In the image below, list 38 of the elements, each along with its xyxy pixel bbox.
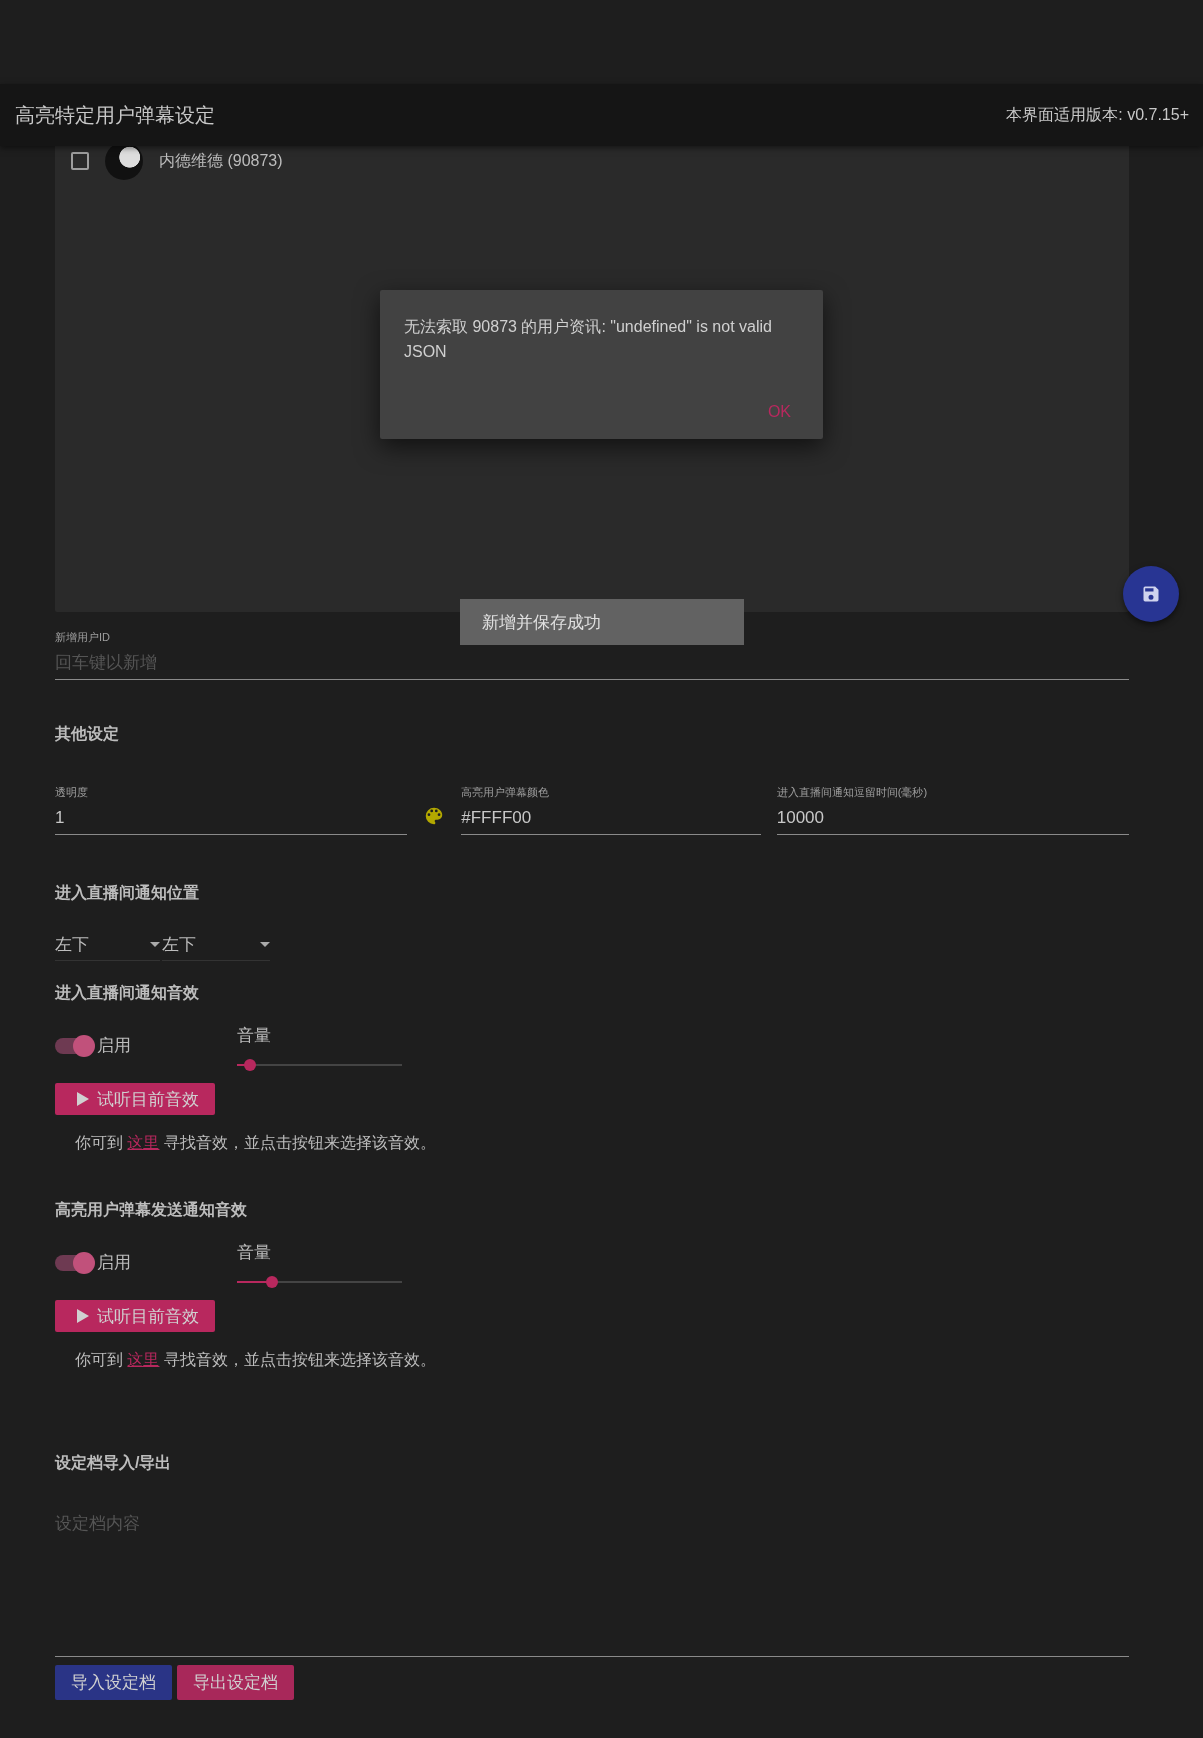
position-select[interactable]: 左下 [162,928,270,961]
switch-label: 启用 [97,1252,131,1274]
slider-thumb[interactable] [265,1276,278,1288]
save-icon [1141,584,1161,604]
field-label: 新增用户ID [55,630,111,645]
hint-text: 你可到 这里 寻找音效，並点击按钮来选择该音效。 [75,1350,437,1370]
caret-icon [260,941,270,947]
save-button[interactable] [1123,566,1179,622]
export-button[interactable]: 导出设定档 [177,1665,294,1700]
field-label: 进入直播间通知逗留时间(毫秒) [776,785,929,800]
version-label: 本界面适用版本: v0.7.15+ [1006,104,1189,125]
section-title: 进入直播间通知音效 [55,983,200,1003]
user-name[interactable]: 内德维德 (90873) [159,150,283,172]
dialog-message: 无法索取 90873 的用户资讯: "undefined" is not valid JSON [404,317,773,362]
setting-input[interactable]: 10000 [776,808,1129,828]
user-checkbox[interactable] [71,152,89,170]
snackbar: 新增并保存成功 [460,599,744,645]
preview-sound-button[interactable]: 试听目前音效 [55,1300,215,1332]
slider-thumb[interactable] [244,1059,257,1071]
app-title: 高亮特定用户弹幕设定 [15,102,215,128]
setting-input[interactable]: #FFFF00 [461,808,761,828]
hint-text: 你可到 这里 寻找音效，並点击按钮来选择该音效。 [75,1133,437,1153]
volume-label: 音量 [237,1242,272,1264]
position-select[interactable]: 左下 [55,928,160,961]
section-title: 其他设定 [55,725,119,742]
caret-icon [150,941,160,947]
preview-sound-button[interactable]: 试听目前音效 [55,1083,215,1115]
field-label: 高亮用户弹幕颜色 [461,785,551,800]
section-title: 进入直播间通知位置 [55,884,199,901]
section-title: 高亮用户弹幕发送通知音效 [55,1200,248,1220]
import-button[interactable]: 导入设定档 [55,1665,172,1700]
switch-label: 启用 [97,1035,131,1057]
play-icon [77,1309,89,1323]
section-title: 设定档导入/导出 [55,1454,172,1471]
play-icon [77,1092,89,1106]
field-label: 透明度 [55,785,89,800]
setting-input[interactable]: 1 [55,808,408,828]
volume-label: 音量 [237,1025,272,1047]
